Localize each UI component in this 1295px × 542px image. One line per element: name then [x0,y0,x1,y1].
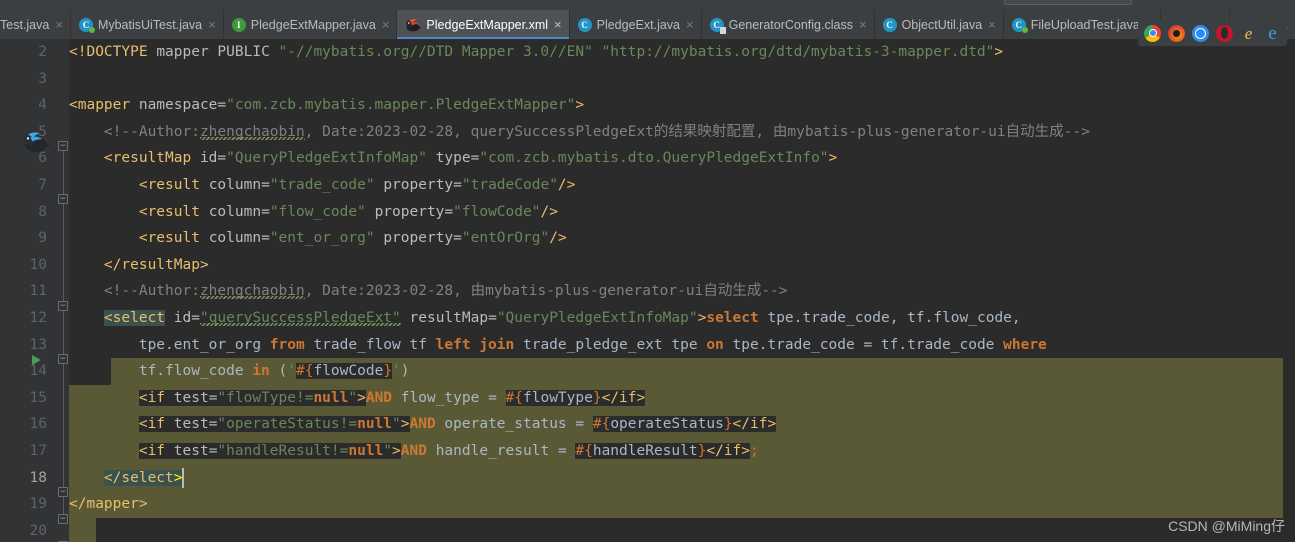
code-line-10[interactable]: </resultMap> [69,252,209,279]
watermark-text: CSDN @MiMing仔 [1168,518,1285,534]
line-number-7[interactable]: 7 [0,172,47,199]
line-number-16[interactable]: 16 [0,411,47,438]
run-statement-gutter-icon[interactable] [32,355,41,365]
toolbar-strip [0,0,1295,10]
tab-label: PledgeExtMapper.java [250,17,376,32]
fold-marker-resultmap-open[interactable]: − [58,194,68,204]
tab-label: GeneratorConfig.class [728,17,853,32]
code-folding-rail[interactable]: − − − − − − − [57,39,69,542]
code-line-15[interactable]: <if test="flowType!=null">AND flow_type … [69,385,646,412]
sql-injection-band-18 [69,518,96,542]
edge-icon[interactable]: e [1264,24,1281,43]
internet-explorer-icon[interactable]: e [1240,25,1257,42]
line-number-11[interactable]: 11 [0,278,47,305]
editor-tab-pledgeext-java[interactable]: C PledgeExt.java × [570,10,702,39]
editor-tab-generatorconfig-class[interactable]: C GeneratorConfig.class × [702,10,875,39]
tab-close-icon[interactable]: × [859,18,867,31]
java-class-icon: C [882,17,897,32]
open-in-browser-toolbar[interactable]: ee [1138,20,1287,46]
code-line-5[interactable]: <!--Author:zhengchaobin, Date:2023-02-28… [69,119,1090,146]
line-number-15[interactable]: 15 [0,385,47,412]
tab-close-icon[interactable]: × [208,18,216,31]
java-test-class-icon: C [78,17,95,33]
editor-tab-mybatisuitest-java[interactable]: C MybatisUiTest.java × [71,10,224,39]
editor-tab-bar[interactable]: Test.java × C MybatisUiTest.java × I PledgeExt… [0,10,1295,39]
code-line-17[interactable]: <if test="handleResult!=null">AND handle… [69,438,759,465]
fold-marker-resultmap-close[interactable]: − [58,301,68,311]
fold-marker-select-open[interactable]: − [58,354,68,364]
code-line-12[interactable]: <select id="querySuccessPledgeExt" resul… [69,305,1021,332]
code-line-13[interactable]: tpe.ent_or_org from trade_flow tf left j… [69,332,1047,359]
code-line-6[interactable]: <resultMap id="QueryPledgeExtInfoMap" ty… [69,145,837,172]
java-interface-icon: I [231,17,246,32]
tab-label: FileUploadTest.java [1030,17,1140,32]
tab-label: ObjectUtil.java [901,17,983,32]
tab-label: Test.java [0,17,50,32]
code-editor[interactable]: 2 3 4 5 6 7 8 9 10 11 12 13 14 15 16 17 18 19 20 − − − − −… [0,39,1295,542]
code-line-14[interactable]: tf.flow_code in ('#{flowCode}') [69,358,410,385]
mybatis-navigate-icon[interactable] [21,131,51,153]
editor-tab-pledgeextmapper-java[interactable]: I PledgeExtMapper.java × [224,10,398,39]
line-number-12[interactable]: 12 [0,305,47,332]
fold-marker-mapper[interactable]: − [58,141,68,151]
sql-injection-band-17 [69,491,1295,518]
tab-close-icon[interactable]: × [554,18,562,31]
tab-close-icon[interactable]: × [988,18,996,31]
sql-injection-band-16 [69,464,1295,491]
code-line-16[interactable]: <if test="operateStatus!=null">AND opera… [69,411,777,438]
editor-tab-pledgeextmapper-xml[interactable]: PledgeExtMapper.xml × [397,10,570,39]
run-configuration-selector[interactable] [1004,0,1132,5]
line-number-18[interactable]: 18 [0,465,47,492]
code-line-19[interactable]: </mapper> [69,491,148,518]
line-number-2[interactable]: 2 [0,39,47,66]
tab-label: PledgeExtMapper.xml [426,17,549,32]
safari-icon[interactable] [1192,24,1209,42]
line-number-3[interactable]: 3 [0,66,47,93]
tab-label: MybatisUiTest.java [97,17,203,32]
mybatis-xml-icon [405,18,421,32]
line-number-17[interactable]: 17 [0,438,47,465]
chrome-icon[interactable] [1144,24,1161,42]
opera-icon[interactable] [1216,24,1233,42]
fold-marker-select-close[interactable]: − [58,487,68,497]
tab-close-icon[interactable]: × [382,18,390,31]
editor-tab-objectutil-java[interactable]: C ObjectUtil.java × [875,10,1004,39]
code-line-8[interactable]: <result column="flow_code" property="flo… [69,199,558,226]
code-line-11[interactable]: <!--Author:zhengchaobin, Date:2023-02-28… [69,278,788,305]
line-number-gutter[interactable]: 2 3 4 5 6 7 8 9 10 11 12 13 14 15 16 17 18 19 20 [0,39,57,542]
editor-vertical-scrollbar[interactable] [1283,39,1295,542]
firefox-icon[interactable] [1168,24,1185,42]
tab-label: PledgeExt.java [596,17,680,32]
line-number-4[interactable]: 4 [0,92,47,119]
code-line-2[interactable]: <!DOCTYPE mapper PUBLIC "-//mybatis.org/… [69,39,1003,66]
code-line-4[interactable]: <mapper namespace="com.zcb.mybatis.mappe… [69,92,584,119]
line-number-10[interactable]: 10 [0,252,47,279]
code-line-18[interactable]: </select> [69,465,183,492]
code-line-7[interactable]: <result column="trade_code" property="tr… [69,172,576,199]
line-number-20[interactable]: 20 [0,518,47,542]
java-compiled-class-icon: C [709,17,726,34]
code-line-9[interactable]: <result column="ent_or_org" property="en… [69,225,567,252]
line-number-19[interactable]: 19 [0,491,47,518]
java-class-icon: C [577,17,592,32]
tab-close-icon[interactable]: × [686,18,694,31]
java-test-class-icon: C [1011,17,1028,33]
code-text-area[interactable]: <!DOCTYPE mapper PUBLIC "-//mybatis.org/… [69,39,1295,542]
tab-close-icon[interactable]: × [55,18,63,31]
line-number-9[interactable]: 9 [0,225,47,252]
text-caret [182,468,184,488]
editor-tab-test-java[interactable]: Test.java × [0,10,71,39]
line-number-8[interactable]: 8 [0,199,47,226]
fold-marker-select-end[interactable]: − [58,514,68,524]
